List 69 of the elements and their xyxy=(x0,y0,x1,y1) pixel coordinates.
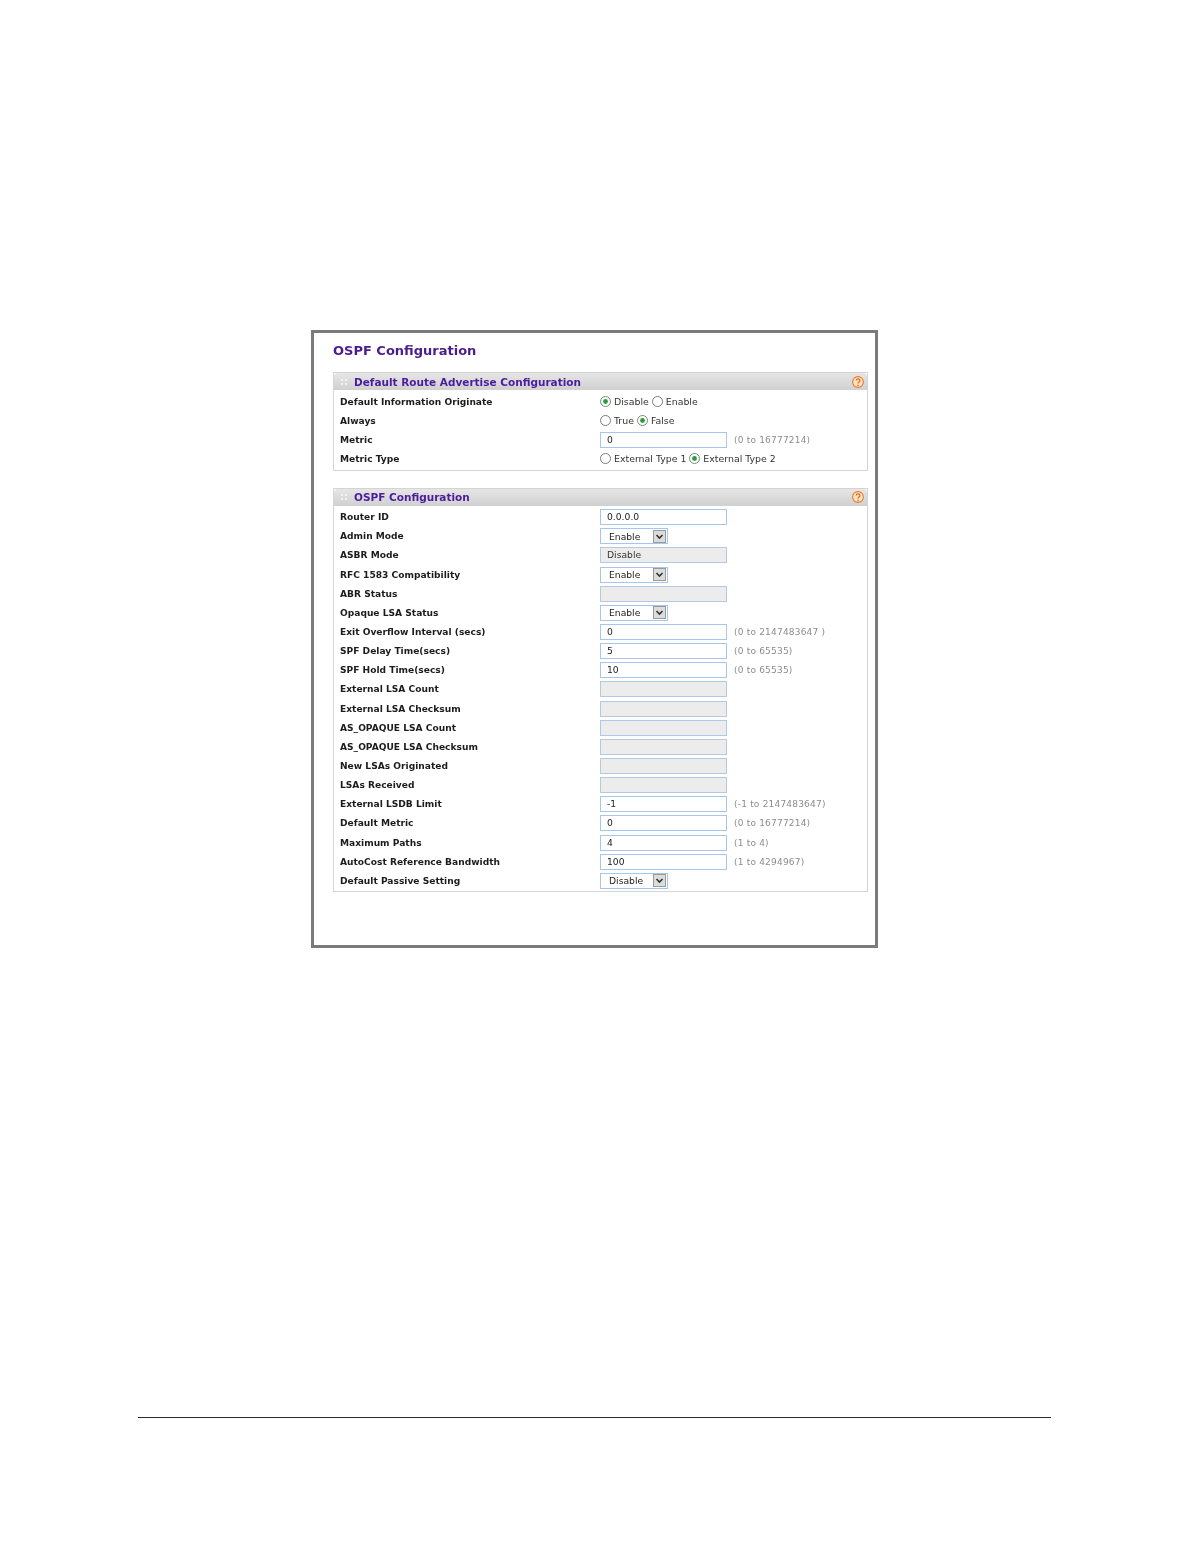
field-label: SPF Hold Time(secs) xyxy=(340,665,446,676)
dropdown[interactable]: Enable xyxy=(600,566,668,583)
radio-button[interactable] xyxy=(600,453,611,465)
text-field[interactable]: 100 xyxy=(600,853,727,870)
radio-label[interactable]: False xyxy=(650,415,675,427)
page-title: OSPF Configuration xyxy=(333,343,477,359)
field-label: AS_OPAQUE LSA Checksum xyxy=(340,741,479,752)
range-hint: (0 to 65535) xyxy=(734,646,793,657)
radio-button[interactable] xyxy=(651,396,663,408)
section-title: OSPF Configuration xyxy=(354,491,471,504)
radio-label[interactable]: External Type 1 xyxy=(614,453,687,465)
text-field[interactable]: 10 xyxy=(600,662,727,679)
grip-icon xyxy=(341,378,347,385)
field-label: LSAs Received xyxy=(340,780,416,791)
text-field[interactable]: 5 xyxy=(600,643,727,660)
range-hint: (0 to 16777214) xyxy=(734,818,811,829)
grip-icon xyxy=(341,494,347,501)
range-hint: (1 to 4) xyxy=(734,837,769,848)
field-label: AutoCost Reference Bandwidth xyxy=(340,856,501,867)
dropdown[interactable]: Enable xyxy=(600,528,668,545)
readonly-field: Disable xyxy=(600,547,727,564)
field-label: AS_OPAQUE LSA Count xyxy=(340,722,457,733)
field-label: External LSA Checksum xyxy=(340,703,462,714)
text-field[interactable]: 4 xyxy=(600,834,727,851)
field-label: Maximum Paths xyxy=(340,837,423,848)
radio-label[interactable]: Disable xyxy=(614,396,649,408)
radio-label[interactable]: Enable xyxy=(665,396,698,408)
field-label: Metric Type xyxy=(340,454,401,464)
radio-button[interactable] xyxy=(636,415,648,427)
radio-label[interactable]: True xyxy=(614,415,634,427)
field-label: Default Metric xyxy=(340,818,415,829)
text-field[interactable]: 0 xyxy=(600,815,727,832)
field-label: RFC 1583 Compatibility xyxy=(340,569,462,580)
field-label: External LSA Count xyxy=(340,684,440,695)
radio-label[interactable]: External Type 2 xyxy=(703,453,776,465)
radio-button[interactable] xyxy=(600,396,611,408)
range-hint: (0 to 2147483647 ) xyxy=(734,626,826,637)
help-icon[interactable] xyxy=(852,491,864,504)
field-label: New LSAs Originated xyxy=(340,760,449,771)
help-icon[interactable] xyxy=(852,375,864,388)
field-label: External LSDB Limit xyxy=(340,799,443,810)
field-label: Always xyxy=(340,415,377,426)
radio-button[interactable] xyxy=(689,453,701,465)
range-hint: (1 to 4294967) xyxy=(734,856,805,867)
caret-icon[interactable] xyxy=(653,874,666,888)
text-field[interactable]: 0.0.0.0 xyxy=(600,509,727,526)
caret-icon[interactable] xyxy=(653,606,666,620)
field-label: Admin Mode xyxy=(340,531,405,542)
text-field[interactable]: 0 xyxy=(600,431,727,448)
field-label: Opaque LSA Status xyxy=(340,607,440,618)
caret-icon[interactable] xyxy=(653,568,666,582)
text-field[interactable]: 0 xyxy=(600,623,727,640)
field-label: ASBR Mode xyxy=(340,550,400,561)
caret-icon[interactable] xyxy=(653,529,666,543)
field-label: SPF Delay Time(secs) xyxy=(340,646,452,657)
range-hint: (0 to 65535) xyxy=(734,665,793,676)
radio-button[interactable] xyxy=(600,415,611,427)
dropdown[interactable]: Enable xyxy=(600,604,668,621)
section-title: Default Route Advertise Configuration xyxy=(354,375,582,388)
range-hint: (-1 to 2147483647) xyxy=(734,799,826,810)
text-field[interactable]: -1 xyxy=(600,796,727,813)
field-label: ABR Status xyxy=(340,588,399,599)
field-label: Exit Overflow Interval (secs) xyxy=(340,626,487,637)
field-label: Metric xyxy=(340,434,374,445)
range-hint: (0 to 16777214) xyxy=(734,434,811,445)
field-label: Router ID xyxy=(340,512,390,523)
field-label: Default Passive Setting xyxy=(340,875,462,886)
dropdown[interactable]: Disable xyxy=(600,872,668,889)
field-label: Default Information Originate xyxy=(340,396,494,407)
